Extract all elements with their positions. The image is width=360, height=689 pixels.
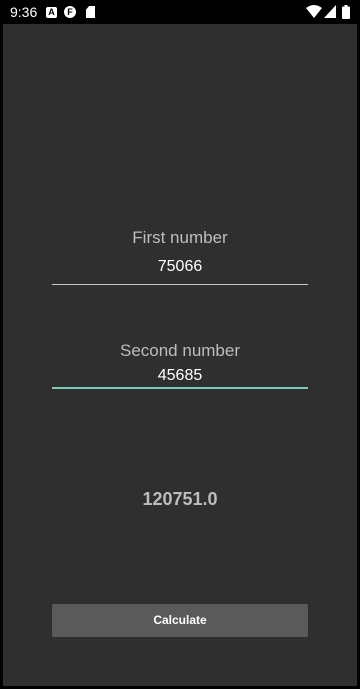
sd-card-icon — [86, 6, 95, 18]
wifi-icon — [306, 5, 322, 18]
first-number-underline — [52, 284, 308, 285]
result-text: 120751.0 — [142, 489, 218, 509]
second-number-label: Second number — [119, 341, 241, 360]
calculate-button[interactable]: Calculate — [52, 604, 308, 637]
cell-signal-icon — [324, 5, 336, 18]
second-number-underline — [52, 387, 308, 389]
a-notification-icon: A — [46, 7, 57, 18]
second-number-input[interactable] — [52, 366, 308, 386]
status-bar: 9:36 A F — [0, 0, 360, 24]
first-number-label: First number — [132, 228, 228, 247]
system-status-icons — [306, 5, 352, 19]
f-notification-icon: F — [64, 6, 76, 18]
battery-icon — [342, 5, 350, 19]
status-time: 9:36 — [10, 4, 38, 20]
first-number-input[interactable] — [52, 257, 308, 277]
